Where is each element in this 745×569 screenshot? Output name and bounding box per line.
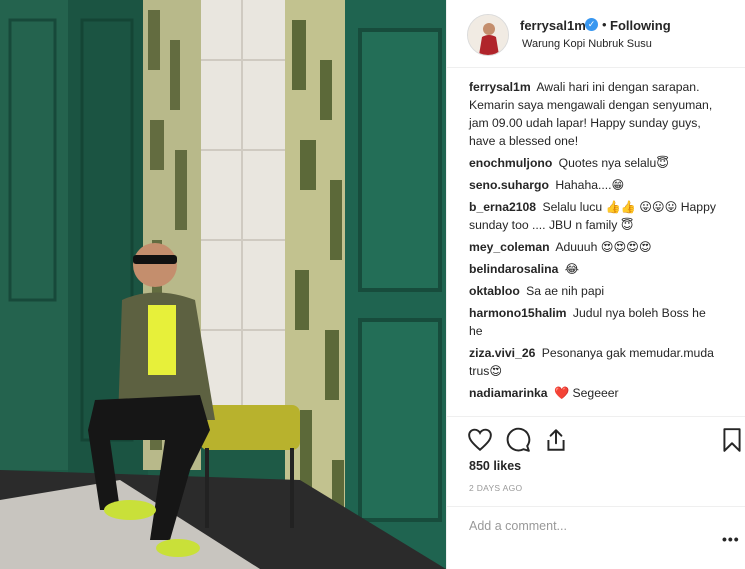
comment-username[interactable]: b_erna2108 [469,200,536,214]
comment-username[interactable]: oktabloo [469,284,520,298]
comment-username[interactable]: nadiamarinka [469,386,548,400]
separator-dot: • [602,17,607,32]
comment-item: enochmuljono Quotes nya selalu😇 [469,154,719,172]
caption-username[interactable]: ferrysal1m [469,80,531,94]
post-photo[interactable] [0,0,446,569]
caption: ferrysal1m Awali hari ini dengan sarapan… [469,78,719,150]
comment-item: harmono15halim Judul nya boleh Boss he h… [469,304,719,340]
username-link[interactable]: ferrysal1m [520,18,586,33]
add-comment-bar: Add a comment... ••• [447,506,745,569]
comment-text: Hahaha....😁 [555,178,625,192]
share-arrow-icon[interactable] [543,427,569,453]
comment-item: b_erna2108 Selalu lucu 👍👍 😛😛😛 Happy sund… [469,198,719,234]
comment-text: ❤️ Segeeer [553,386,619,400]
comment-item: ziza.vivi_26 Pesonanya gak memudar.muda … [469,344,719,380]
comment-username[interactable]: ziza.vivi_26 [469,346,535,360]
comment-input[interactable]: Add a comment... [469,519,567,533]
comment-username[interactable]: belindarosalina [469,262,558,276]
verified-badge-icon: ✓ [585,18,598,31]
comment-text: 😂 [564,262,580,276]
like-count[interactable]: 850 likes [469,459,521,473]
avatar-image [468,15,508,55]
comment-text: Aduuuh 😍😍😍😍 [555,240,652,254]
speech-bubble-icon[interactable] [505,427,531,453]
location-link[interactable]: Warung Kopi Nubruk Susu [522,38,652,50]
avatar[interactable] [467,14,509,56]
post-photo-illustration [0,0,446,569]
comment-item: seno.suhargo Hahaha....😁 [469,176,719,194]
comments-list[interactable]: ferrysal1m Awali hari ini dengan sarapan… [447,78,737,416]
comment-username[interactable]: harmono15halim [469,306,567,320]
post-timestamp[interactable]: 2 DAYS AGO [469,483,522,493]
more-options-button[interactable]: ••• [722,531,740,547]
comment-item: belindarosalina 😂 [469,260,719,278]
comment-text: Quotes nya selalu😇 [558,156,669,170]
bookmark-icon[interactable] [719,427,745,453]
post-header: ferrysal1m ✓ • Following Warung Kopi Nub… [447,0,745,68]
comment-username[interactable]: enochmuljono [469,156,552,170]
comment-item: mey_coleman Aduuuh 😍😍😍😍 [469,238,719,256]
comment-item: oktabloo Sa ae nih papi [469,282,719,300]
comment-text: Sa ae nih papi [526,284,605,298]
following-button[interactable]: Following [610,18,671,33]
comment-username[interactable]: seno.suhargo [469,178,549,192]
post-sidebar: ferrysal1m ✓ • Following Warung Kopi Nub… [446,0,745,569]
comment-item: nadiamarinka ❤️ Segeeer [469,384,719,402]
comment-username[interactable]: mey_coleman [469,240,550,254]
heart-icon[interactable] [467,427,493,453]
